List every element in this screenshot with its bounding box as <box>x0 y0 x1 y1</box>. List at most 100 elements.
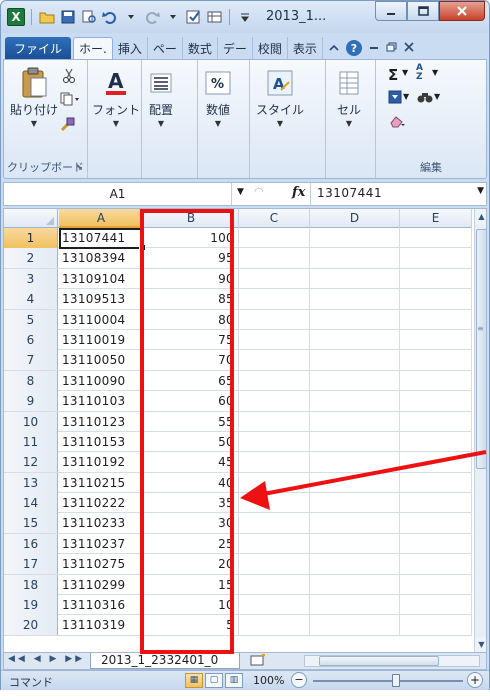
font-button[interactable]: A フォント ▼ <box>92 68 140 128</box>
row-header[interactable]: 13 <box>4 472 58 493</box>
cell-e[interactable] <box>400 268 472 289</box>
row-header[interactable]: 19 <box>4 595 58 616</box>
cell-a[interactable]: 13110050 <box>59 350 144 371</box>
row-header[interactable]: 3 <box>4 268 58 289</box>
tab-formulas[interactable]: 数式 <box>183 37 218 59</box>
sheet-tab[interactable]: 2013_1_2332401_0 <box>90 653 240 669</box>
excel-app-icon[interactable]: X <box>7 8 25 26</box>
cell-c[interactable] <box>239 309 310 330</box>
cell-d[interactable] <box>310 329 400 350</box>
scissors-icon[interactable] <box>62 68 76 88</box>
expand-formula-icon[interactable]: ▼ <box>477 186 484 196</box>
customize-toolbar-icon[interactable] <box>236 9 253 26</box>
cell-e[interactable] <box>400 452 472 473</box>
cell-b[interactable]: 85 <box>144 289 239 310</box>
minimize-workbook-icon[interactable] <box>369 41 379 55</box>
row-header[interactable]: 11 <box>4 431 58 452</box>
insert-sheet-icon[interactable] <box>250 653 268 669</box>
cell-a[interactable]: 13110123 <box>59 411 144 432</box>
sort-filter-icon[interactable]: A Z <box>416 64 428 82</box>
cell-a[interactable]: 13110319 <box>59 615 144 636</box>
autosum-icon[interactable]: Σ <box>388 66 398 84</box>
cell-d[interactable] <box>310 431 400 452</box>
cell-e[interactable] <box>400 533 472 554</box>
cell-d[interactable] <box>310 574 400 595</box>
tab-file[interactable]: ファイル <box>5 37 72 59</box>
tab-review[interactable]: 校閲 <box>253 37 288 59</box>
dropdown-icon[interactable] <box>122 9 139 26</box>
style-button[interactable]: A スタイル ▼ <box>256 68 304 128</box>
cell-c[interactable] <box>239 554 310 575</box>
cell-b[interactable]: 40 <box>144 472 239 493</box>
cell-c[interactable] <box>239 329 310 350</box>
format-painter-icon[interactable] <box>60 116 76 136</box>
cell-c[interactable] <box>239 431 310 452</box>
cell-d[interactable] <box>310 493 400 514</box>
cell-b[interactable]: 5 <box>144 615 239 636</box>
cell-c[interactable] <box>239 595 310 616</box>
row-header[interactable]: 7 <box>4 350 58 371</box>
cell-e[interactable] <box>400 554 472 575</box>
zoom-slider-handle[interactable] <box>392 674 400 687</box>
cell-b[interactable]: 100 <box>144 228 239 248</box>
column-header-b[interactable]: B <box>144 209 239 228</box>
cell-d[interactable] <box>310 350 400 371</box>
maximize-button[interactable] <box>407 1 439 21</box>
cell-c[interactable] <box>239 472 310 493</box>
minimize-button[interactable] <box>375 1 407 21</box>
worksheet-grid[interactable]: A B C D E 1 13107441 100 2 13108394 95 3 131091… <box>3 208 487 653</box>
cell-a[interactable]: 13110222 <box>59 493 144 514</box>
cell-b[interactable]: 70 <box>144 350 239 371</box>
cell-b[interactable]: 95 <box>144 248 239 269</box>
cell-d[interactable] <box>310 391 400 412</box>
cell-e[interactable] <box>400 329 472 350</box>
insert-function-icon[interactable]: fx <box>292 185 305 200</box>
cell-c[interactable] <box>239 248 310 269</box>
cell-b[interactable]: 90 <box>144 268 239 289</box>
cell-d[interactable] <box>310 452 400 473</box>
cell-c[interactable] <box>239 533 310 554</box>
column-header-d[interactable]: D <box>310 209 400 228</box>
cell-b[interactable]: 15 <box>144 574 239 595</box>
scroll-up-icon[interactable]: ▲ <box>475 209 486 225</box>
cell-c[interactable] <box>239 452 310 473</box>
cell-a[interactable]: 13107441 <box>59 228 144 248</box>
cell-e[interactable] <box>400 370 472 391</box>
cell-b[interactable]: 35 <box>144 493 239 514</box>
cell-e[interactable] <box>400 350 472 371</box>
cell-a[interactable]: 13110233 <box>59 513 144 534</box>
cell-c[interactable] <box>239 513 310 534</box>
alignment-button[interactable]: 配置 ▼ <box>146 68 176 128</box>
chevron-down-icon[interactable]: ▼ <box>237 187 244 197</box>
cell-c[interactable] <box>239 350 310 371</box>
page-layout-view-icon[interactable]: ▢ <box>205 673 223 688</box>
cell-d[interactable] <box>310 248 400 269</box>
cell-a[interactable]: 13110215 <box>59 472 144 493</box>
cell-b[interactable]: 80 <box>144 309 239 330</box>
paste-button[interactable]: 貼り付け ▼ <box>10 67 58 128</box>
cell-d[interactable] <box>310 309 400 330</box>
cell-a[interactable]: 13109104 <box>59 268 144 289</box>
clear-eraser-icon[interactable] <box>388 114 406 132</box>
cell-e[interactable] <box>400 411 472 432</box>
cell-a[interactable]: 13110192 <box>59 452 144 473</box>
cell-a[interactable]: 13110103 <box>59 391 144 412</box>
close-button[interactable] <box>439 1 485 21</box>
name-box[interactable]: A1 <box>4 183 232 205</box>
cell-d[interactable] <box>310 615 400 636</box>
sheet-nav-icons[interactable]: ◀◀ ◀ ▶ ▶▶ <box>8 654 85 664</box>
cell-e[interactable] <box>400 513 472 534</box>
cell-b[interactable]: 75 <box>144 329 239 350</box>
help-icon[interactable]: ? <box>345 40 362 56</box>
vertical-scrollbar[interactable]: ▲ ≡ ▼ <box>474 209 486 652</box>
row-header[interactable]: 15 <box>4 513 58 534</box>
cell-d[interactable] <box>310 472 400 493</box>
cell-b[interactable]: 10 <box>144 595 239 616</box>
save-icon[interactable] <box>59 9 76 26</box>
cell-b[interactable]: 65 <box>144 370 239 391</box>
copy-icon[interactable] <box>60 92 80 110</box>
horizontal-scrollbar[interactable] <box>304 655 480 667</box>
cell-d[interactable] <box>310 513 400 534</box>
check-icon[interactable] <box>185 9 202 26</box>
cell-b[interactable]: 55 <box>144 411 239 432</box>
